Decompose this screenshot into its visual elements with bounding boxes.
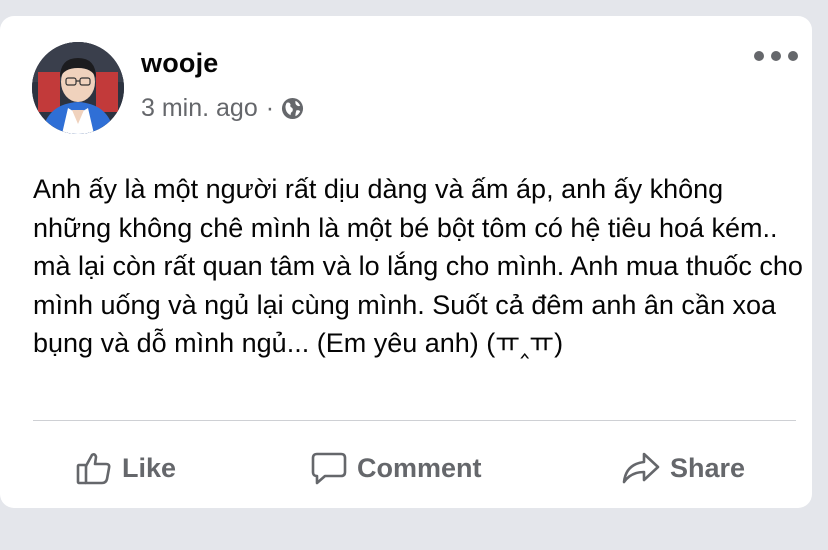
post-text: Anh ấy là một người rất dịu dàng và ấm á… <box>33 174 803 358</box>
comment-label: Comment <box>357 452 482 483</box>
globe-icon <box>281 97 304 120</box>
like-label: Like <box>122 452 177 483</box>
comment-bubble-icon <box>311 452 347 485</box>
more-dot <box>754 51 764 61</box>
comment-button[interactable]: Comment <box>311 446 482 490</box>
post-actions: Like Comment Share <box>0 446 812 490</box>
more-dot <box>771 51 781 61</box>
post-timestamp[interactable]: 3 min. ago <box>141 94 258 123</box>
share-arrow-icon <box>622 452 660 484</box>
meta-separator: · <box>265 94 275 122</box>
avatar[interactable] <box>32 42 124 134</box>
post-meta: 3 min. ago · <box>141 94 304 123</box>
share-button[interactable]: Share <box>622 446 745 490</box>
more-options-icon[interactable] <box>754 48 798 64</box>
share-label: Share <box>670 452 746 483</box>
like-button[interactable]: Like <box>76 446 176 490</box>
post-author-name[interactable]: wooje <box>141 48 219 79</box>
thumbs-up-icon <box>76 453 111 485</box>
post-card: wooje 3 min. ago · Anh ấy là một người r… <box>0 16 812 508</box>
more-dot <box>788 51 798 61</box>
divider <box>33 420 796 421</box>
